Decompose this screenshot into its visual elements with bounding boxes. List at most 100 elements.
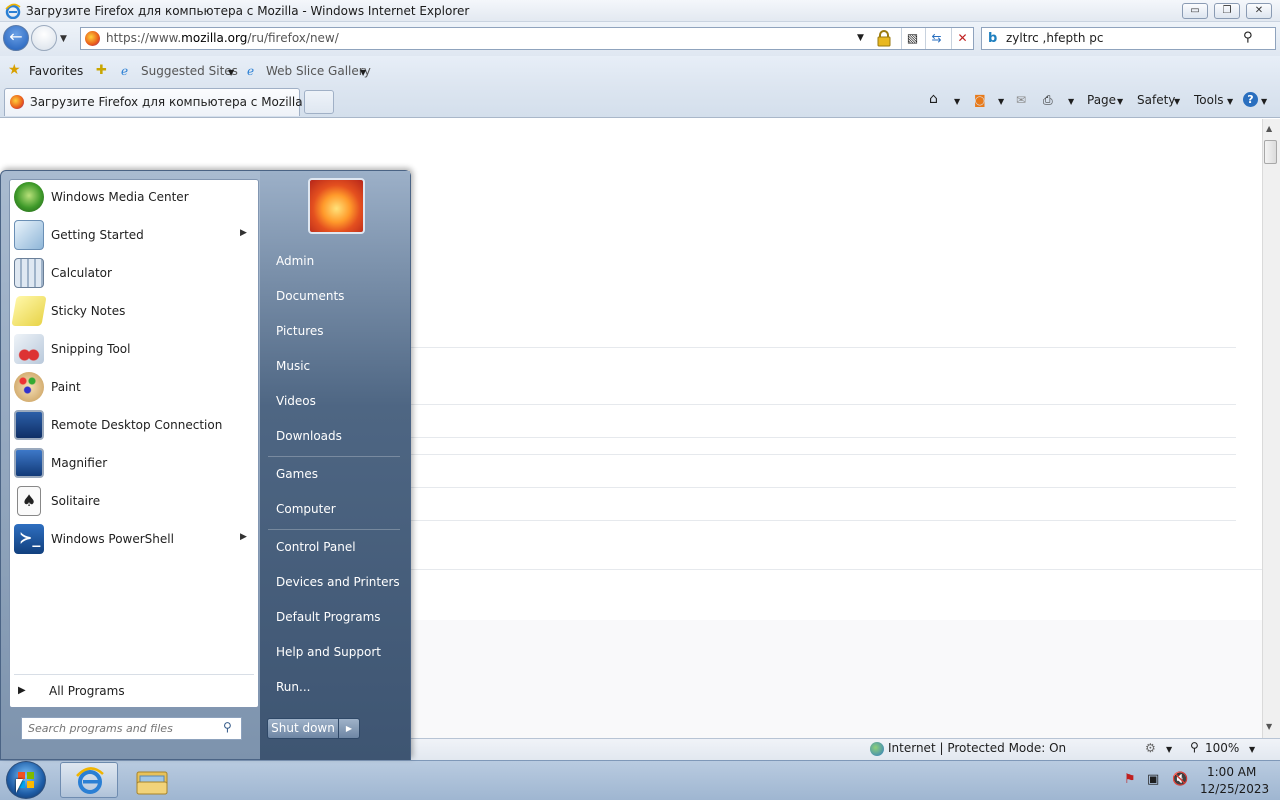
zoom-icon: ⚲ bbox=[1190, 740, 1199, 754]
program-windows-media-center[interactable]: Windows Media Center bbox=[10, 180, 258, 216]
link-run[interactable]: Run... bbox=[276, 680, 310, 694]
shut-down-options-arrow-icon[interactable]: ▶ bbox=[338, 718, 360, 739]
program-windows-powershell[interactable]: ≻_ Windows PowerShell ▶ bbox=[10, 522, 258, 558]
vertical-scrollbar[interactable] bbox=[1262, 119, 1280, 738]
lock-icon[interactable] bbox=[877, 30, 891, 47]
link-default-programs[interactable]: Default Programs bbox=[276, 610, 381, 624]
link-downloads[interactable]: Downloads bbox=[276, 429, 342, 443]
user-picture[interactable] bbox=[308, 178, 365, 234]
zoom-level[interactable]: 100% bbox=[1205, 741, 1239, 755]
firefox-favicon-icon bbox=[10, 95, 24, 109]
link-pictures[interactable]: Pictures bbox=[276, 324, 324, 338]
chevron-down-icon[interactable]: ▼ bbox=[1174, 97, 1180, 106]
program-snipping-tool[interactable]: Snipping Tool bbox=[10, 332, 258, 368]
security-zone-status[interactable]: Internet | Protected Mode: On bbox=[888, 741, 1066, 755]
web-slice-gallery-link[interactable]: Web Slice Gallery bbox=[266, 64, 371, 78]
recent-pages-dropdown[interactable]: ▼ bbox=[60, 34, 67, 44]
feeds-icon[interactable]: ◙ bbox=[974, 93, 986, 107]
print-icon[interactable]: ⎙ bbox=[1043, 93, 1053, 108]
program-magnifier[interactable]: Magnifier bbox=[10, 446, 258, 482]
chevron-down-icon[interactable]: ▼ bbox=[954, 97, 960, 106]
tools-menu[interactable]: Tools bbox=[1194, 93, 1224, 107]
search-input[interactable]: zyltrc ,hfepth pc bbox=[1006, 31, 1104, 45]
link-control-panel[interactable]: Control Panel bbox=[276, 540, 356, 554]
scrollbar-thumb[interactable] bbox=[1264, 140, 1277, 164]
program-label: Remote Desktop Connection bbox=[51, 418, 223, 432]
protected-mode-icon[interactable]: ⚙ bbox=[1145, 741, 1156, 755]
program-getting-started[interactable]: Getting Started ▶ bbox=[10, 218, 258, 254]
divider bbox=[410, 404, 1236, 405]
page-menu[interactable]: Page bbox=[1087, 93, 1116, 107]
solitaire-icon: ♠ bbox=[17, 486, 41, 516]
all-programs-arrow-icon[interactable]: ▶ bbox=[18, 685, 26, 696]
mouse-cursor-icon bbox=[16, 779, 23, 793]
program-solitaire[interactable]: ♠ Solitaire bbox=[10, 484, 258, 520]
program-label: Snipping Tool bbox=[51, 342, 131, 356]
safety-menu[interactable]: Safety bbox=[1137, 93, 1175, 107]
program-remote-desktop-connection[interactable]: Remote Desktop Connection bbox=[10, 408, 258, 444]
restore-button[interactable]: ❐ bbox=[1214, 3, 1240, 19]
link-admin[interactable]: Admin bbox=[276, 254, 314, 268]
chevron-down-icon[interactable]: ▼ bbox=[1068, 97, 1074, 106]
shut-down-button[interactable]: Shut down bbox=[267, 718, 339, 739]
clock-date[interactable]: 12/25/2023 bbox=[1200, 782, 1269, 796]
refresh-icon[interactable]: ⇆ bbox=[925, 28, 947, 49]
link-documents[interactable]: Documents bbox=[276, 289, 344, 303]
media-center-icon bbox=[14, 182, 44, 212]
firefox-favicon-icon bbox=[85, 31, 100, 46]
new-tab-button[interactable] bbox=[304, 90, 334, 114]
link-help-and-support[interactable]: Help and Support bbox=[276, 645, 381, 659]
chevron-down-icon[interactable]: ▼ bbox=[1249, 745, 1255, 754]
divider bbox=[410, 347, 1236, 348]
favorites-button[interactable]: Favorites bbox=[29, 64, 83, 78]
divider bbox=[268, 456, 400, 457]
forward-button[interactable] bbox=[31, 25, 57, 51]
search-icon[interactable]: ⚲ bbox=[1243, 30, 1253, 45]
program-sticky-notes[interactable]: Sticky Notes bbox=[10, 294, 258, 330]
sticky-notes-icon bbox=[11, 296, 47, 326]
volume-muted-icon[interactable]: 🔇 bbox=[1172, 772, 1188, 788]
back-button[interactable]: ← bbox=[3, 25, 29, 51]
chevron-down-icon[interactable]: ▼ bbox=[1117, 97, 1123, 106]
link-computer[interactable]: Computer bbox=[276, 502, 336, 516]
mail-icon[interactable]: ✉ bbox=[1016, 93, 1026, 107]
taskbar-windows-explorer[interactable] bbox=[122, 762, 180, 798]
divider bbox=[410, 520, 1236, 521]
link-games[interactable]: Games bbox=[276, 467, 318, 481]
start-search-input[interactable] bbox=[28, 721, 218, 736]
search-icon[interactable]: ⚲ bbox=[223, 720, 232, 734]
scroll-down-arrow-icon[interactable]: ▼ bbox=[1266, 722, 1272, 731]
scroll-up-arrow-icon[interactable]: ▲ bbox=[1266, 124, 1272, 133]
close-window-button[interactable]: ✕ bbox=[1246, 3, 1272, 19]
folder-icon bbox=[136, 771, 168, 795]
taskbar-internet-explorer[interactable] bbox=[60, 762, 118, 798]
suggested-sites-link[interactable]: Suggested Sites bbox=[141, 64, 238, 78]
chevron-down-icon[interactable]: ▼ bbox=[1261, 97, 1267, 106]
page-footer-area bbox=[410, 620, 1262, 738]
chevron-down-icon[interactable]: ▼ bbox=[360, 68, 366, 77]
tab-label: Загрузите Firefox для компьютера с Mozil… bbox=[30, 95, 303, 109]
add-favorites-icon[interactable]: ✚ bbox=[96, 63, 107, 78]
program-calculator[interactable]: Calculator bbox=[10, 256, 258, 292]
home-icon[interactable]: ⌂ bbox=[929, 91, 938, 107]
link-videos[interactable]: Videos bbox=[276, 394, 316, 408]
chevron-down-icon[interactable]: ▼ bbox=[998, 97, 1004, 106]
chevron-down-icon[interactable]: ▼ bbox=[1166, 745, 1172, 754]
network-icon[interactable]: ▣ bbox=[1147, 772, 1163, 788]
help-icon[interactable]: ? bbox=[1243, 92, 1258, 107]
all-programs-button[interactable]: All Programs bbox=[49, 684, 125, 698]
program-paint[interactable]: Paint bbox=[10, 370, 258, 406]
stop-icon[interactable]: ✕ bbox=[951, 28, 973, 49]
clock-time[interactable]: 1:00 AM bbox=[1207, 765, 1256, 779]
link-music[interactable]: Music bbox=[276, 359, 310, 373]
link-devices-and-printers[interactable]: Devices and Printers bbox=[276, 575, 400, 589]
remote-desktop-icon bbox=[14, 410, 44, 440]
compatibility-view-icon[interactable]: ▧ bbox=[901, 28, 923, 49]
address-url[interactable]: https://www.mozilla.org/ru/firefox/new/ bbox=[106, 31, 339, 45]
chevron-down-icon[interactable]: ▼ bbox=[1227, 97, 1233, 106]
minimize-button[interactable]: ▭ bbox=[1182, 3, 1208, 19]
action-center-flag-icon[interactable]: ⚑ bbox=[1124, 772, 1140, 788]
chevron-down-icon[interactable]: ▼ bbox=[228, 68, 234, 77]
start-search-box[interactable] bbox=[21, 717, 242, 740]
address-dropdown-icon[interactable]: ▼ bbox=[857, 33, 864, 43]
